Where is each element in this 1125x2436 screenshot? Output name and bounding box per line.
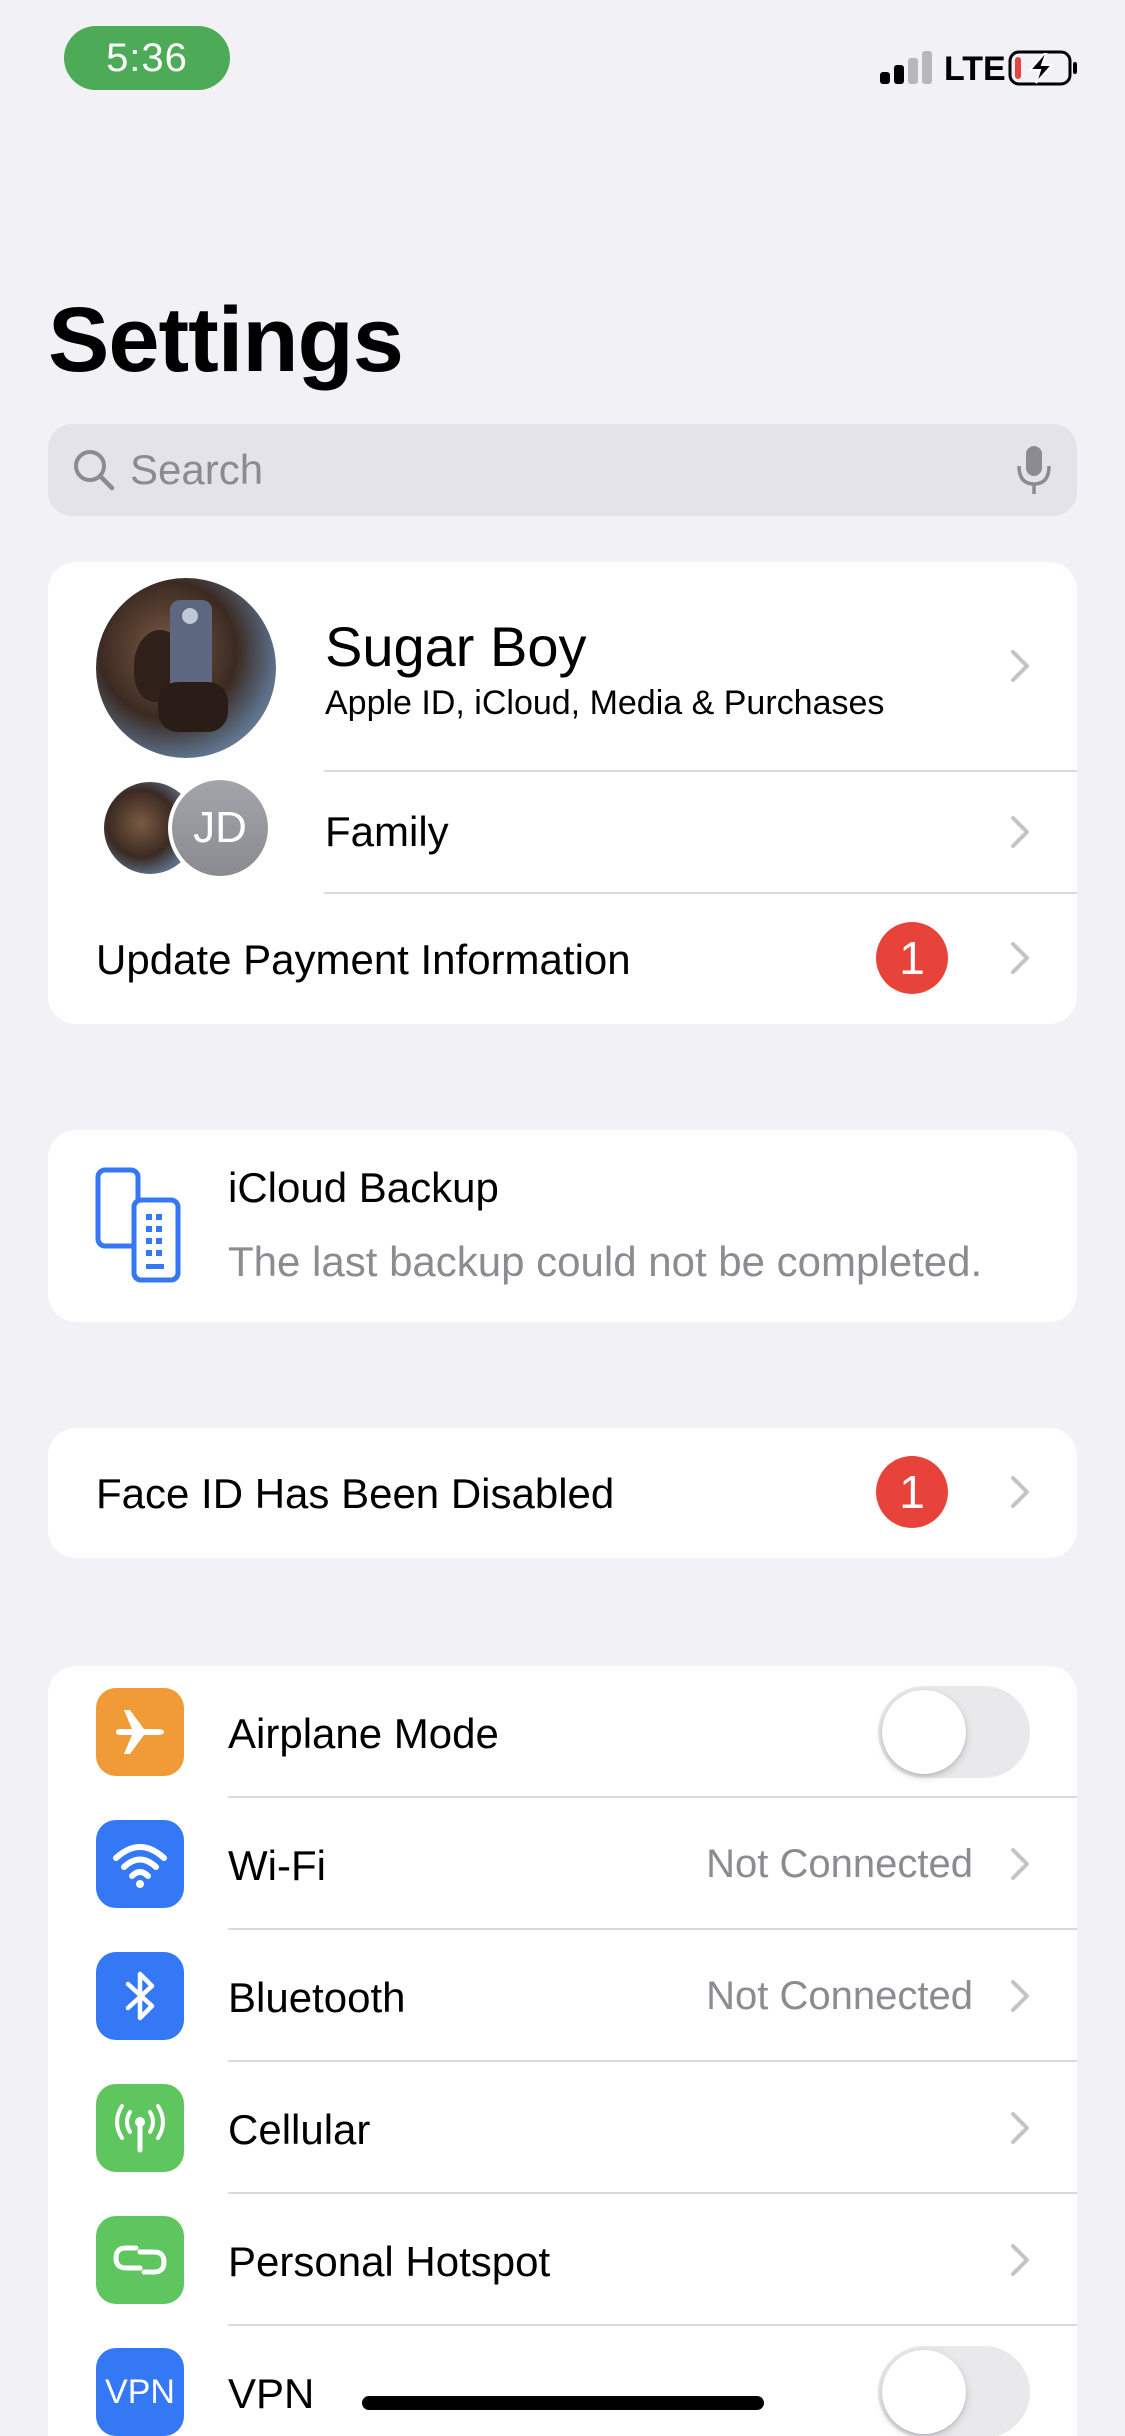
wifi-icon	[96, 1820, 184, 1908]
cellular-icon	[96, 2084, 184, 2172]
vpn-toggle[interactable]	[878, 2346, 1030, 2436]
settings-row-label: Wi-Fi	[228, 1842, 326, 1889]
settings-row-label: Bluetooth	[228, 1974, 406, 2021]
status-time: 5:36	[64, 26, 230, 90]
chevron-right-icon	[1011, 1848, 1029, 1880]
chevron-right-icon	[1011, 942, 1029, 974]
avatar	[96, 578, 276, 758]
chevron-right-icon	[1011, 650, 1029, 682]
chevron-right-icon	[1011, 2244, 1029, 2276]
home-indicator[interactable]	[362, 2396, 764, 2410]
settings-row-label: Personal Hotspot	[228, 2238, 551, 2285]
settings-row-value: Not Connected	[706, 1842, 973, 1886]
notification-badge: 1	[876, 1456, 948, 1528]
settings-row-airplane-mode: Airplane Mode	[48, 1666, 1077, 1798]
icloud-backup-card[interactable]: iCloud Backup The last backup could not …	[48, 1130, 1077, 1322]
signal-icon	[880, 50, 936, 84]
account-name: Sugar Boy	[325, 615, 587, 678]
airplane-icon	[96, 1688, 184, 1776]
settings-row-label: Airplane Mode	[228, 1710, 499, 1757]
faceid-card[interactable]: Face ID Has Been Disabled 1	[48, 1428, 1077, 1558]
backup-message: The last backup could not be completed.	[228, 1238, 983, 1285]
notification-badge: 1	[876, 922, 948, 994]
faceid-label: Face ID Has Been Disabled	[96, 1470, 615, 1517]
apple-id-row[interactable]: Sugar Boy Apple ID, iCloud, Media & Purc…	[48, 562, 1077, 772]
battery-charging-icon	[1008, 50, 1077, 86]
settings-row-wifi[interactable]: Wi-Fi Not Connected	[48, 1798, 1077, 1930]
backup-title: iCloud Backup	[228, 1164, 499, 1211]
account-subtitle: Apple ID, iCloud, Media & Purchases	[325, 684, 885, 722]
chevron-right-icon	[1011, 1980, 1029, 2012]
chevron-right-icon	[1011, 816, 1029, 848]
airplane-mode-toggle[interactable]	[878, 1686, 1030, 1778]
connectivity-settings-card: Airplane Mode Wi-Fi Not Connected Blueto…	[48, 1666, 1077, 2436]
family-initials-avatar: JD	[168, 776, 272, 880]
settings-row-cellular[interactable]: Cellular	[48, 2062, 1077, 2194]
settings-row-bluetooth[interactable]: Bluetooth Not Connected	[48, 1930, 1077, 2062]
family-row[interactable]: JD Family	[48, 772, 1077, 892]
chevron-right-icon	[1011, 2112, 1029, 2144]
bluetooth-icon	[96, 1952, 184, 2040]
settings-row-label: VPN	[228, 2370, 315, 2417]
page-title: Settings	[48, 289, 404, 391]
search-icon	[74, 450, 115, 491]
family-label: Family	[325, 808, 449, 855]
settings-row-value: Not Connected	[706, 1974, 973, 2018]
network-type: LTE	[944, 50, 1006, 88]
settings-row-vpn: VPN VPN	[48, 2326, 1077, 2436]
update-payment-row[interactable]: Update Payment Information 1	[48, 894, 1077, 1024]
devices-icon	[95, 1167, 181, 1283]
settings-row-personal-hotspot[interactable]: Personal Hotspot	[48, 2194, 1077, 2326]
chevron-right-icon	[1011, 1476, 1029, 1508]
settings-row-label: Cellular	[228, 2106, 371, 2153]
update-payment-label: Update Payment Information	[96, 936, 631, 983]
hotspot-icon	[96, 2216, 184, 2304]
microphone-icon[interactable]	[1014, 444, 1054, 496]
vpn-icon: VPN	[96, 2348, 184, 2436]
search-input[interactable]	[130, 424, 990, 516]
status-bar: 5:36 LTE	[0, 0, 1125, 130]
account-card: Sugar Boy Apple ID, iCloud, Media & Purc…	[48, 562, 1077, 1024]
search-bar[interactable]	[48, 424, 1077, 516]
